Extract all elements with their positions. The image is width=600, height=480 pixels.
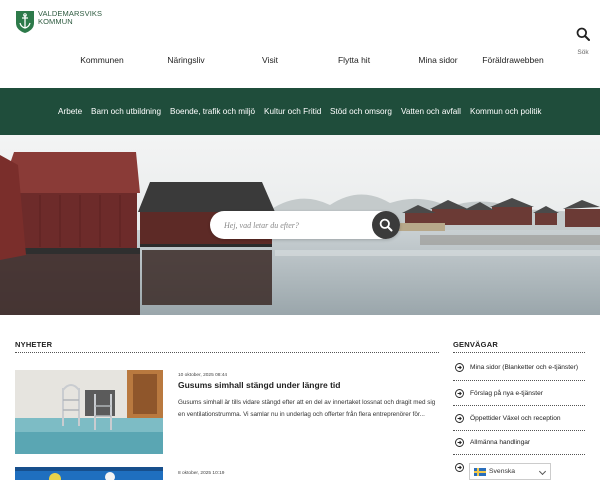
main-nav-item-mina-sidor[interactable]: Mina sidor [418, 55, 457, 65]
arrow-circle-right-icon [455, 413, 464, 423]
arrow-circle-right-icon [455, 388, 464, 398]
shortcuts-divider [453, 454, 585, 455]
search-label: Sök [577, 49, 589, 56]
news-divider [15, 352, 439, 353]
shortcuts-divider [453, 430, 585, 431]
sub-nav-item-vatten-och-avfall[interactable]: Vatten och avfall [401, 107, 461, 116]
news-heading: NYHETER [15, 340, 53, 349]
shortcuts-heading: GENVÄGAR [453, 340, 498, 349]
shortcut-mina-sidor[interactable]: Mina sidor (Blanketter och e-tjänster) [455, 360, 585, 374]
shortcut-allmanna-handlingar[interactable]: Allmänna handlingar [455, 435, 585, 449]
anchor-shield-icon [16, 11, 34, 33]
chevron-down-icon [538, 467, 547, 476]
sub-nav-item-barn-och-utbildning[interactable]: Barn och utbildning [91, 107, 161, 116]
language-selected: Svenska [489, 468, 516, 475]
sub-nav-item-kultur-och-fritid[interactable]: Kultur och Fritid [264, 107, 321, 116]
main-nav-item-flytta-hit[interactable]: Flytta hit [338, 55, 370, 65]
main-nav: Kommunen Näringsliv Visit Flytta hit Min… [48, 55, 568, 69]
shortcuts-divider [453, 380, 585, 381]
main-nav-item-visit[interactable]: Visit [262, 55, 278, 65]
arrow-circle-right-icon [455, 462, 464, 472]
sub-nav: Arbete Barn och utbildning Boende, trafi… [0, 88, 600, 135]
shortcut-label: Förslag på nya e-tjänster [470, 389, 543, 397]
sub-nav-item-boende[interactable]: Boende, trafik och miljö [170, 107, 255, 116]
main-nav-item-kommunen[interactable]: Kommunen [80, 55, 123, 65]
site-logo[interactable]: VALDEMARSVIKS KOMMUN [15, 10, 102, 34]
news-item-2-image[interactable] [15, 467, 163, 480]
site-header: VALDEMARSVIKS KOMMUN Sök Kommunen Näring… [0, 0, 600, 88]
hero-search-input[interactable] [224, 217, 374, 233]
shortcuts-divider [453, 405, 585, 406]
search-icon [379, 218, 393, 232]
language-select[interactable]: Svenska [469, 463, 551, 480]
shortcut-label: Allmänna handlingar [470, 438, 531, 446]
page: VALDEMARSVIKS KOMMUN Sök Kommunen Näring… [0, 0, 600, 480]
main-nav-item-foraldrawebben[interactable]: Föräldrawebben [482, 55, 543, 65]
hero-banner [0, 135, 600, 315]
news-item-2-date: 8 oktober, 2025 10:19 [178, 471, 225, 476]
logo-text: VALDEMARSVIKS KOMMUN [38, 10, 102, 26]
shortcut-label: Öppettider Växel och reception [470, 414, 561, 422]
shortcut-forslag-e-tjanster[interactable]: Förslag på nya e-tjänster [455, 386, 585, 400]
pool-photo [15, 370, 163, 454]
news-item-1-text: Gusums simhall är tills vidare stängd ef… [178, 399, 436, 418]
shortcut-oppettider[interactable]: Öppettider Växel och reception [455, 411, 585, 425]
arrow-circle-right-icon [455, 362, 464, 372]
search-icon [576, 27, 590, 41]
sub-nav-item-stod-och-omsorg[interactable]: Stöd och omsorg [330, 107, 392, 116]
sub-nav-item-arbete[interactable]: Arbete [58, 107, 82, 116]
main-nav-item-naringsliv[interactable]: Näringsliv [167, 55, 204, 65]
shortcuts-divider [453, 352, 585, 353]
news-item-1-title[interactable]: Gusums simhall stängd under längre tid [178, 380, 340, 390]
hero-search-button[interactable] [372, 211, 400, 239]
header-search-button[interactable]: Sök [572, 27, 594, 56]
arrow-circle-right-icon [455, 437, 464, 447]
news-photo-2 [15, 467, 163, 480]
news-item-1-image[interactable] [15, 370, 163, 454]
shortcut-label: Mina sidor (Blanketter och e-tjänster) [470, 363, 579, 371]
sub-nav-item-kommun-och-politik[interactable]: Kommun och politik [470, 107, 541, 116]
logo-line-2: KOMMUN [38, 17, 73, 26]
news-item-1-date: 10 oktober, 2025 08:44 [178, 373, 228, 378]
swedish-flag-icon [474, 467, 486, 476]
